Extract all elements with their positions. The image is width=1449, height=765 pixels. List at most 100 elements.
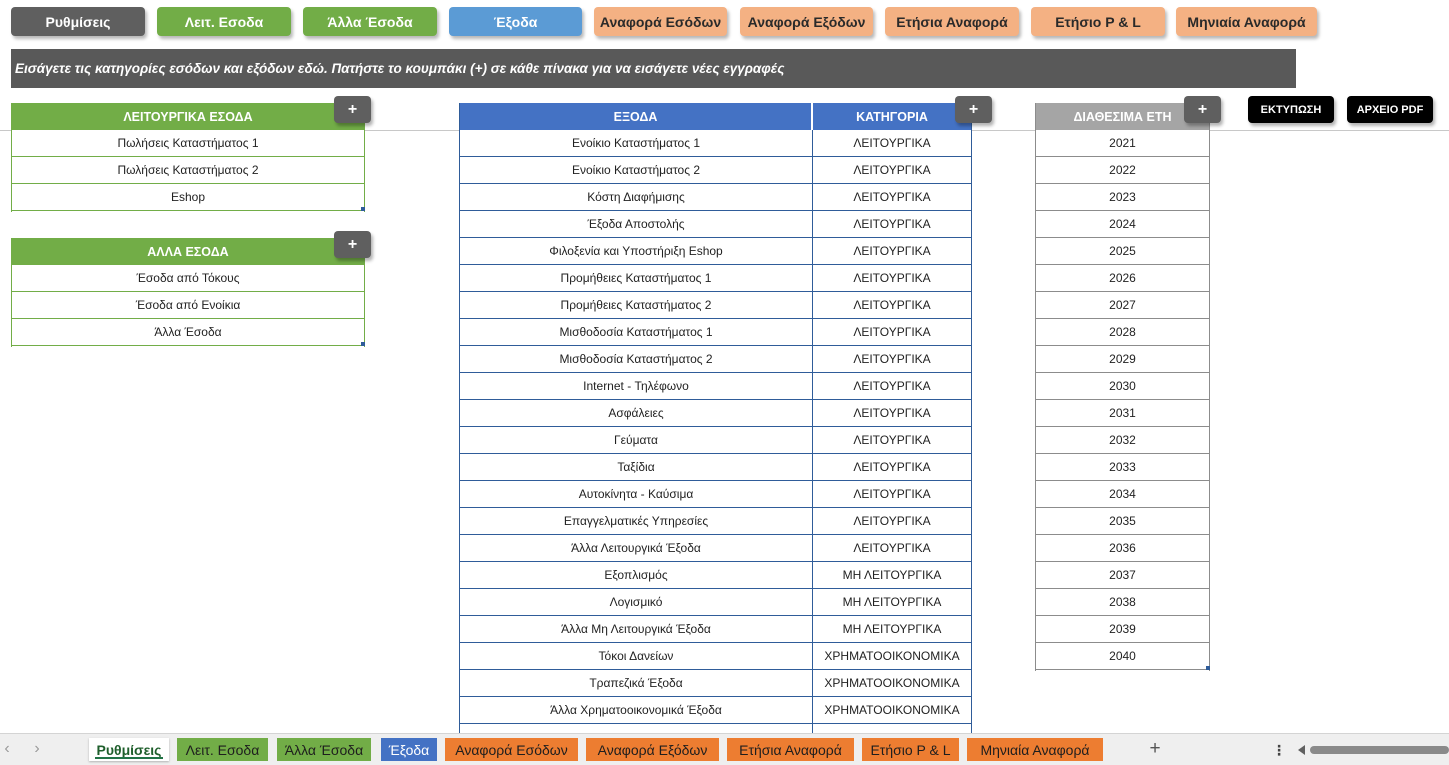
sheet-tab-monthly-report[interactable]: Μηνιαία Αναφορά (967, 738, 1103, 761)
nav-button-annual-report[interactable]: Ετήσια Αναφορά (885, 7, 1019, 36)
expense-name-cell[interactable]: Εξοπλισμός (460, 562, 812, 589)
add-year-button[interactable]: + (1184, 96, 1221, 123)
expense-category-cell[interactable]: ΛΕΙΤΟΥΡΓΙΚΑ (813, 238, 971, 265)
expense-category-cell[interactable]: ΛΕΙΤΟΥΡΓΙΚΑ (813, 130, 971, 157)
more-options-icon[interactable]: ⋮ (1272, 741, 1286, 759)
sheet-tab-settings[interactable]: Ρυθμίσεις (89, 738, 169, 761)
expense-category-cell[interactable]: ΛΕΙΤΟΥΡΓΙΚΑ (813, 454, 971, 481)
expense-category-cell[interactable]: ΧΡΗΜΑΤΟΟΙΚΟΝΟΜΙΚΑ (813, 670, 971, 697)
year-row[interactable]: 2033 (1036, 454, 1209, 481)
nav-button-other-income[interactable]: Άλλα Έσοδα (303, 7, 437, 36)
expense-name-cell[interactable]: Μισθοδοσία Καταστήματος 2 (460, 346, 812, 373)
operating-income-row[interactable]: Eshop (12, 184, 364, 211)
expense-empty-cell[interactable] (813, 724, 971, 733)
expense-category-cell[interactable]: ΛΕΙΤΟΥΡΓΙΚΑ (813, 427, 971, 454)
table-resize-handle[interactable] (361, 342, 365, 346)
nav-button-expenses[interactable]: Έξοδα (449, 7, 582, 36)
nav-button-settings[interactable]: Ρυθμίσεις (11, 7, 145, 36)
nav-button-expense-report[interactable]: Αναφορά Εξόδων (740, 7, 873, 36)
sheet-tab-operating-income[interactable]: Λειτ. Εσοδα (177, 738, 268, 761)
nav-button-monthly-report[interactable]: Μηνιαία Αναφορά (1176, 7, 1317, 36)
year-row[interactable]: 2024 (1036, 211, 1209, 238)
expense-name-cell[interactable]: Έξοδα Αποστολής (460, 211, 812, 238)
table-resize-handle[interactable] (1206, 666, 1210, 670)
expense-name-cell[interactable]: Άλλα Λειτουργικά Έξοδα (460, 535, 812, 562)
expense-category-cell[interactable]: ΛΕΙΤΟΥΡΓΙΚΑ (813, 508, 971, 535)
sheet-tab-income-report[interactable]: Αναφορά Εσόδων (445, 738, 578, 761)
expense-category-cell[interactable]: ΛΕΙΤΟΥΡΓΙΚΑ (813, 481, 971, 508)
expense-name-cell[interactable]: Ασφάλειες (460, 400, 812, 427)
expense-name-cell[interactable]: Αυτοκίνητα - Καύσιμα (460, 481, 812, 508)
nav-button-income-report[interactable]: Αναφορά Εσόδων (594, 7, 727, 36)
expense-category-cell[interactable]: ΛΕΙΤΟΥΡΓΙΚΑ (813, 211, 971, 238)
add-sheet-icon[interactable]: + (1145, 739, 1165, 759)
sheet-tab-expenses[interactable]: Έξοδα (381, 738, 437, 761)
year-row[interactable]: 2029 (1036, 346, 1209, 373)
expense-name-cell[interactable]: Ταξίδια (460, 454, 812, 481)
expense-category-cell[interactable]: ΛΕΙΤΟΥΡΓΙΚΑ (813, 184, 971, 211)
expense-category-cell[interactable]: ΛΕΙΤΟΥΡΓΙΚΑ (813, 319, 971, 346)
tab-scroll-left-icon[interactable]: ‹ (0, 740, 14, 758)
sheet-tab-other-income[interactable]: Άλλα Έσοδα (277, 738, 371, 761)
other-income-row[interactable]: Έσοδα από Ενοίκια (12, 292, 364, 319)
expense-name-cell[interactable]: Άλλα Χρηματοοικονομικά Έξοδα (460, 697, 812, 724)
year-row[interactable]: 2037 (1036, 562, 1209, 589)
add-other-income-button[interactable]: + (334, 231, 371, 258)
expense-category-cell[interactable]: ΛΕΙΤΟΥΡΓΙΚΑ (813, 157, 971, 184)
year-row[interactable]: 2025 (1036, 238, 1209, 265)
expense-name-cell[interactable]: Μισθοδοσία Καταστήματος 1 (460, 319, 812, 346)
nav-button-annual-pl[interactable]: Ετήσιο P & L (1031, 7, 1165, 36)
year-row[interactable]: 2039 (1036, 616, 1209, 643)
expense-category-cell[interactable]: ΛΕΙΤΟΥΡΓΙΚΑ (813, 535, 971, 562)
sheet-tab-annual-report[interactable]: Ετήσια Αναφορά (727, 738, 854, 761)
year-row[interactable]: 2034 (1036, 481, 1209, 508)
year-row[interactable]: 2021 (1036, 130, 1209, 157)
expense-category-cell[interactable]: ΛΕΙΤΟΥΡΓΙΚΑ (813, 373, 971, 400)
pdf-export-button[interactable]: ΑΡΧΕΙΟ PDF (1347, 96, 1433, 123)
expense-category-cell[interactable]: ΛΕΙΤΟΥΡΓΙΚΑ (813, 292, 971, 319)
year-row[interactable]: 2022 (1036, 157, 1209, 184)
year-row[interactable]: 2031 (1036, 400, 1209, 427)
nav-button-operating-income[interactable]: Λειτ. Εσοδα (157, 7, 291, 36)
print-button[interactable]: ΕΚΤΥΠΩΣΗ (1248, 96, 1334, 123)
year-row[interactable]: 2028 (1036, 319, 1209, 346)
table-resize-handle[interactable] (361, 207, 365, 211)
add-expense-button[interactable]: + (955, 96, 992, 123)
scroll-left-arrow-icon[interactable] (1298, 745, 1305, 755)
expense-category-cell[interactable]: ΜΗ ΛΕΙΤΟΥΡΓΙΚΑ (813, 616, 971, 643)
expense-category-cell[interactable]: ΛΕΙΤΟΥΡΓΙΚΑ (813, 400, 971, 427)
add-operating-income-button[interactable]: + (334, 96, 371, 123)
expense-name-cell[interactable]: Προμήθειες Καταστήματος 1 (460, 265, 812, 292)
expense-category-cell[interactable]: ΛΕΙΤΟΥΡΓΙΚΑ (813, 265, 971, 292)
expense-category-cell[interactable]: ΛΕΙΤΟΥΡΓΙΚΑ (813, 346, 971, 373)
sheet-tab-annual-pl[interactable]: Ετήσιο P & L (862, 738, 959, 761)
expense-category-cell[interactable]: ΧΡΗΜΑΤΟΟΙΚΟΝΟΜΙΚΑ (813, 643, 971, 670)
year-row[interactable]: 2030 (1036, 373, 1209, 400)
scrollbar-thumb[interactable] (1310, 746, 1449, 754)
expense-name-cell[interactable]: Άλλα Μη Λειτουργικά Έξοδα (460, 616, 812, 643)
year-row[interactable]: 2023 (1036, 184, 1209, 211)
year-row[interactable]: 2038 (1036, 589, 1209, 616)
expense-empty-cell[interactable] (460, 724, 812, 733)
sheet-tab-expense-report[interactable]: Αναφορά Εξόδων (586, 738, 719, 761)
operating-income-row[interactable]: Πωλήσεις Καταστήματος 2 (12, 157, 364, 184)
other-income-row[interactable]: Έσοδα από Τόκους (12, 265, 364, 292)
expense-name-cell[interactable]: Ενοίκιο Καταστήματος 2 (460, 157, 812, 184)
expense-name-cell[interactable]: Λογισμικό (460, 589, 812, 616)
expense-name-cell[interactable]: Επαγγελματικές Υπηρεσίες (460, 508, 812, 535)
expense-category-cell[interactable]: ΧΡΗΜΑΤΟΟΙΚΟΝΟΜΙΚΑ (813, 697, 971, 724)
other-income-row[interactable]: Άλλα Έσοδα (12, 319, 364, 346)
expense-name-cell[interactable]: Τραπεζικά Έξοδα (460, 670, 812, 697)
expense-name-cell[interactable]: Γεύματα (460, 427, 812, 454)
expense-name-cell[interactable]: Φιλοξενία και Υποστήριξη Eshop (460, 238, 812, 265)
expense-category-cell[interactable]: ΜΗ ΛΕΙΤΟΥΡΓΙΚΑ (813, 589, 971, 616)
year-row[interactable]: 2036 (1036, 535, 1209, 562)
year-row[interactable]: 2040 (1036, 643, 1209, 670)
year-row[interactable]: 2027 (1036, 292, 1209, 319)
expense-name-cell[interactable]: Ενοίκιο Καταστήματος 1 (460, 130, 812, 157)
year-row[interactable]: 2035 (1036, 508, 1209, 535)
expense-name-cell[interactable]: Internet - Τηλέφωνο (460, 373, 812, 400)
expense-category-cell[interactable]: ΜΗ ΛΕΙΤΟΥΡΓΙΚΑ (813, 562, 971, 589)
expense-name-cell[interactable]: Τόκοι Δανείων (460, 643, 812, 670)
year-row[interactable]: 2026 (1036, 265, 1209, 292)
